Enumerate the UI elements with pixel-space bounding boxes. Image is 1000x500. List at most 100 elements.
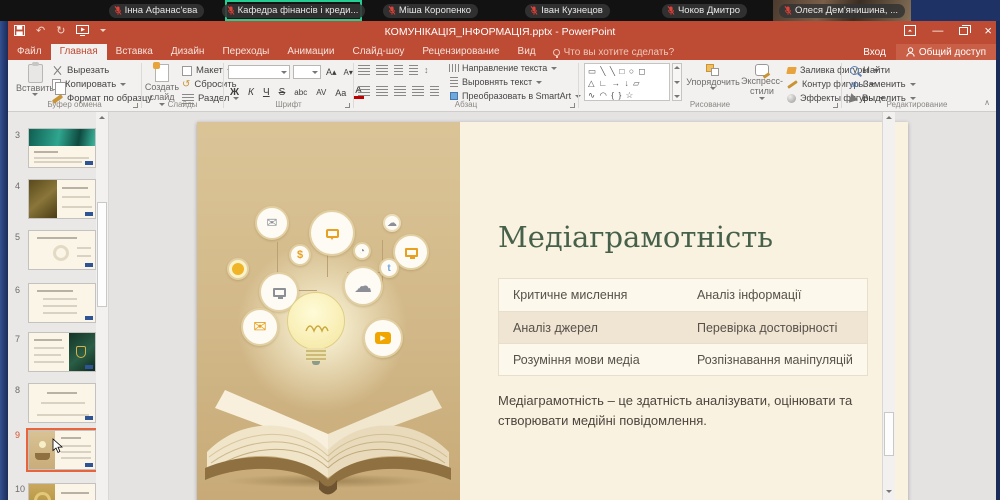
bullets-icon[interactable] — [358, 65, 370, 75]
text-shadow-button[interactable]: abc — [292, 88, 309, 97]
new-slide-icon — [155, 64, 169, 82]
close-button[interactable]: × — [984, 23, 992, 38]
small-bulb-icon — [227, 258, 249, 280]
group-drawing: ▭ ╲ ╲ □ ○ ◻ △ ∟ → ↓ ▱ ∿ ◠ { } ☆ Упорядоч… — [579, 60, 841, 111]
ribbon-display-options-icon[interactable] — [904, 25, 916, 36]
underline-button[interactable]: Ч — [261, 87, 272, 98]
shape-fill-icon — [786, 67, 796, 74]
thumbnail-scrollbar[interactable] — [96, 112, 109, 500]
drawing-dialog-launcher[interactable] — [833, 103, 838, 108]
cut-button[interactable]: Вырезать — [52, 65, 109, 76]
character-spacing-button[interactable]: AV — [314, 88, 328, 97]
dollar-icon: $ — [289, 244, 311, 266]
tab-insert[interactable]: Вставка — [107, 44, 162, 60]
change-case-button[interactable]: Aa — [333, 88, 348, 98]
clipboard-dialog-launcher[interactable] — [133, 103, 138, 108]
slide[interactable]: ✉ $ ◔ ☁ ☁ t ✉ ▶ — [197, 122, 908, 500]
thumbnail-slide-3[interactable] — [28, 128, 96, 168]
main-scrollbar[interactable] — [882, 112, 895, 500]
video-call-strip: Інна Афанас'єва Кафедра фінансів і креди… — [0, 0, 1000, 21]
main-scrollbar-thumb[interactable] — [884, 412, 894, 456]
person-icon — [906, 47, 915, 57]
reset-icon: ↺ — [182, 79, 190, 90]
align-text-button[interactable]: Выровнять текст — [450, 77, 542, 87]
tab-file[interactable]: Файл — [8, 44, 51, 60]
muted-mic-icon — [667, 5, 675, 16]
share-button[interactable]: Общий доступ — [896, 44, 996, 60]
paragraph-dialog-launcher[interactable] — [570, 103, 575, 108]
thumbnail-slide-5[interactable] — [28, 230, 96, 270]
grow-font-button[interactable]: А▴ — [324, 67, 339, 78]
slide-title[interactable]: Медіаграмотність — [498, 220, 773, 254]
participant-tile-active-speaker[interactable]: Кафедра фінансів і креди... — [225, 0, 362, 21]
tell-me-box[interactable]: Что вы хотите сделать? — [545, 44, 683, 60]
copy-button[interactable]: Копировать — [52, 79, 126, 90]
tab-slideshow[interactable]: Слайд-шоу — [343, 44, 413, 60]
scroll-down-icon[interactable] — [886, 490, 892, 493]
tab-transitions[interactable]: Переходы — [213, 44, 278, 60]
bold-button[interactable]: Ж — [228, 87, 241, 98]
numbering-icon[interactable] — [376, 65, 388, 75]
font-size-combobox[interactable] — [293, 65, 321, 79]
replace-button[interactable]: abЗаменить — [850, 79, 916, 90]
decrease-indent-icon[interactable] — [394, 65, 403, 75]
line-spacing-icon[interactable]: ↕ — [424, 65, 429, 75]
muted-mic-icon — [530, 5, 538, 16]
strikethrough-button[interactable]: S — [277, 87, 288, 98]
increase-indent-icon[interactable] — [409, 65, 418, 75]
arrange-button[interactable]: Упорядочить — [687, 64, 739, 90]
scissors-icon — [52, 65, 63, 76]
tab-home[interactable]: Главная — [51, 44, 107, 60]
scroll-up-icon[interactable] — [99, 116, 105, 119]
find-button[interactable]: Найти — [850, 65, 890, 76]
thumb9-book — [35, 453, 50, 460]
thumb-page-chip — [85, 212, 93, 216]
slide-table[interactable]: Критичне мислення Аналіз інформації Анал… — [498, 278, 868, 376]
font-name-combobox[interactable] — [228, 65, 290, 79]
thumbnail-slide-4[interactable] — [28, 179, 96, 219]
participant-tile[interactable]: Чоков Дмитро — [636, 0, 773, 21]
quick-styles-button[interactable]: Экспресс-стили — [739, 64, 785, 100]
table-row: Аналіз джерел Перевірка достовірності — [499, 311, 867, 343]
play-video-icon: ▶ — [363, 318, 403, 358]
font-dialog-launcher[interactable] — [345, 103, 350, 108]
sign-in-link[interactable]: Вход — [853, 47, 896, 58]
thumbnail-slide-10[interactable] — [28, 483, 96, 500]
tab-design[interactable]: Дизайн — [162, 44, 214, 60]
thumbnail-slide-7[interactable] — [28, 332, 96, 372]
columns-icon[interactable] — [430, 86, 439, 96]
shapes-gallery[interactable]: ▭ ╲ ╲ □ ○ ◻ △ ∟ → ↓ ▱ ∿ ◠ { } ☆ — [584, 63, 670, 101]
participant-name: Олеся Дем'янишина, ... — [795, 5, 898, 16]
thumbnail-slide-8[interactable] — [28, 383, 96, 423]
align-right-icon[interactable] — [394, 86, 406, 96]
table-cell: Критичне мислення — [499, 288, 683, 302]
shapes-gallery-scroll[interactable] — [672, 63, 682, 101]
tab-animations[interactable]: Анимации — [278, 44, 343, 60]
thumbnail-slide-6[interactable] — [28, 283, 96, 323]
thumbnail-scrollbar-thumb[interactable] — [97, 202, 107, 307]
participant-tile[interactable]: Міша Коропенко — [362, 0, 499, 21]
tab-view[interactable]: Вид — [509, 44, 545, 60]
participant-name: Кафедра фінансів і креди... — [238, 5, 359, 16]
envelope-orange-icon: ✉ — [241, 308, 279, 346]
slide-paragraph[interactable]: Медіаграмотність – це здатність аналізув… — [498, 391, 890, 431]
align-left-icon[interactable] — [358, 86, 370, 96]
tab-review[interactable]: Рецензирование — [413, 44, 508, 60]
chat-bubble-icon — [309, 210, 355, 256]
align-center-icon[interactable] — [376, 86, 388, 96]
participant-tile[interactable]: Інна Афанас'єва — [88, 0, 225, 21]
minimize-button[interactable]: — — [932, 25, 943, 37]
scroll-up-icon[interactable] — [886, 116, 892, 119]
slide-artwork-book-lightbulb: ✉ $ ◔ ☁ ☁ t ✉ ▶ — [197, 122, 460, 500]
collapse-ribbon-icon[interactable]: ∧ — [984, 98, 990, 107]
italic-button[interactable]: К — [246, 87, 256, 98]
participant-tile-video-on[interactable]: Олеся Дем'янишина, ... — [773, 0, 911, 21]
restore-button[interactable] — [959, 27, 968, 35]
thumb-page-chip — [85, 316, 93, 320]
paste-button[interactable]: Вставить — [16, 64, 54, 96]
participant-tile[interactable]: Іван Кузнецов — [499, 0, 636, 21]
justify-icon[interactable] — [412, 86, 424, 96]
desktop-edge-left — [0, 21, 8, 500]
table-cell: Аналіз джерел — [499, 321, 683, 335]
text-direction-button[interactable]: Направление текста — [450, 63, 557, 73]
